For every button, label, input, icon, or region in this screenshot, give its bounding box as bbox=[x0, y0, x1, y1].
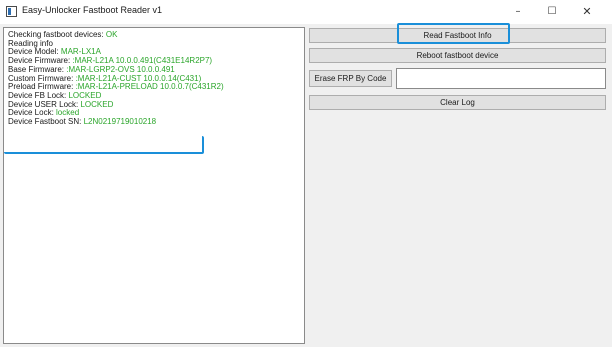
log-label: Device Model: bbox=[8, 47, 61, 57]
log-label: Custom Firmware: bbox=[8, 73, 76, 83]
log-line: Device Fastboot SN: L2N0219719010218 bbox=[8, 117, 300, 127]
reboot-fastboot-device-button[interactable]: Reboot fastboot device bbox=[309, 48, 606, 63]
log-value: :MAR-LGRP2-OVS 10.0.0.491 bbox=[66, 64, 175, 74]
log-value: MAR-LX1A bbox=[60, 47, 101, 57]
log-value: :MAR-L21A-CUST 10.0.0.14(C431) bbox=[75, 73, 202, 83]
window-title: Easy-Unlocker Fastboot Reader v1 bbox=[22, 5, 163, 15]
log-value: :MAR-L21A-PRELOAD 10.0.0.7(C431R2) bbox=[75, 82, 224, 92]
maximize-button[interactable]: ☐ bbox=[537, 1, 567, 23]
read-fastboot-info-button[interactable]: Read Fastboot Info bbox=[309, 28, 606, 43]
app-window: Easy-Unlocker Fastboot Reader v1 – ☐ ✕ C… bbox=[0, 0, 612, 347]
log-value: LOCKED bbox=[80, 99, 114, 109]
close-button[interactable]: ✕ bbox=[572, 1, 602, 23]
log-label: Device Fastboot SN: bbox=[8, 117, 84, 127]
log-value: :MAR-L21A 10.0.0.491(C431E14R2P7) bbox=[72, 56, 213, 66]
log-label: Preload Firmware: bbox=[8, 82, 76, 92]
log-label: Checking fastboot devices: bbox=[8, 30, 106, 39]
log-label: Device Lock: bbox=[8, 108, 57, 118]
log-value: locked bbox=[56, 108, 80, 118]
log-output[interactable]: Checking fastboot devices: OK Reading in… bbox=[3, 27, 305, 344]
log-value: LOCKED bbox=[68, 90, 102, 100]
log-label: Device USER Lock: bbox=[8, 99, 81, 109]
log-value: OK bbox=[105, 30, 118, 39]
log-label: Device FB Lock: bbox=[8, 90, 69, 100]
log-label: Reading info bbox=[8, 38, 53, 48]
log-label: Base Firmware: bbox=[8, 64, 67, 74]
clear-log-button[interactable]: Clear Log bbox=[309, 95, 606, 110]
minimize-button[interactable]: – bbox=[503, 1, 533, 23]
frp-code-input[interactable] bbox=[396, 68, 606, 89]
app-icon bbox=[6, 6, 17, 17]
log-label: Device Firmware: bbox=[8, 56, 73, 66]
log-value: L2N0219719010218 bbox=[83, 117, 157, 127]
erase-frp-by-code-button[interactable]: Erase FRP By Code bbox=[309, 70, 392, 87]
title-bar: Easy-Unlocker Fastboot Reader v1 – ☐ ✕ bbox=[0, 0, 612, 24]
